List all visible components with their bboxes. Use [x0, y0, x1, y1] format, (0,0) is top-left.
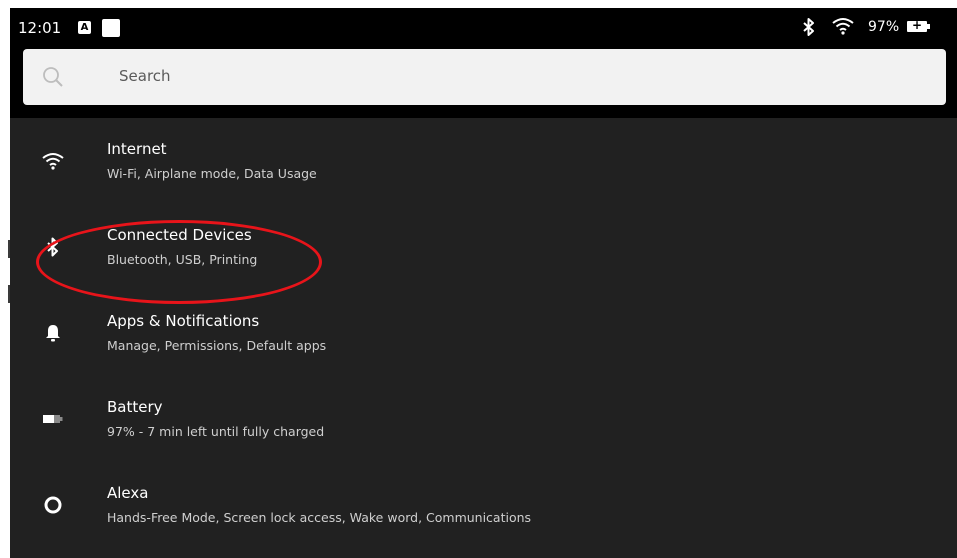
settings-item-connected-devices[interactable]: Connected Devices Bluetooth, USB, Printi…: [10, 204, 957, 290]
bell-icon: [40, 320, 66, 346]
status-time: 12:01: [18, 19, 62, 37]
settings-item-title: Battery: [107, 398, 163, 416]
settings-item-title: Alexa: [107, 484, 149, 502]
alexa-icon: [40, 492, 66, 518]
device-screen: 12:01 A 97% + Search Internet Wi-Fi, Air…: [10, 8, 957, 558]
battery-icon: [40, 406, 66, 432]
search-input[interactable]: Search: [119, 67, 171, 85]
bluetooth-icon: [802, 18, 816, 40]
settings-item-title: Connected Devices: [107, 226, 252, 244]
settings-item-title: Apps & Notifications: [107, 312, 260, 330]
search-bar[interactable]: Search: [23, 49, 946, 105]
settings-item-title: Internet: [107, 140, 167, 158]
notification-icon: A: [78, 21, 91, 34]
settings-item-subtitle: 97% - 7 min left until fully charged: [107, 424, 325, 439]
status-bar: 12:01 A 97% +: [10, 8, 957, 50]
wifi-icon: [832, 17, 854, 39]
bluetooth-icon: [40, 234, 66, 260]
settings-list: Internet Wi-Fi, Airplane mode, Data Usag…: [10, 118, 957, 558]
wifi-icon: [40, 148, 66, 174]
settings-item-internet[interactable]: Internet Wi-Fi, Airplane mode, Data Usag…: [10, 118, 957, 204]
battery-percent: 97%: [868, 19, 900, 35]
settings-item-subtitle: Hands-Free Mode, Screen lock access, Wak…: [107, 510, 532, 525]
settings-item-subtitle: Bluetooth, USB, Printing: [107, 252, 258, 267]
search-icon: [42, 66, 64, 92]
settings-item-subtitle: Manage, Permissions, Default apps: [107, 338, 327, 353]
battery-charging-icon: +: [907, 18, 930, 32]
settings-item-battery[interactable]: Battery 97% - 7 min left until fully cha…: [10, 376, 957, 462]
notification-square-icon: [102, 19, 120, 37]
settings-item-subtitle: Wi-Fi, Airplane mode, Data Usage: [107, 166, 317, 181]
settings-item-apps-notifications[interactable]: Apps & Notifications Manage, Permissions…: [10, 290, 957, 376]
settings-item-alexa[interactable]: Alexa Hands-Free Mode, Screen lock acces…: [10, 462, 957, 548]
